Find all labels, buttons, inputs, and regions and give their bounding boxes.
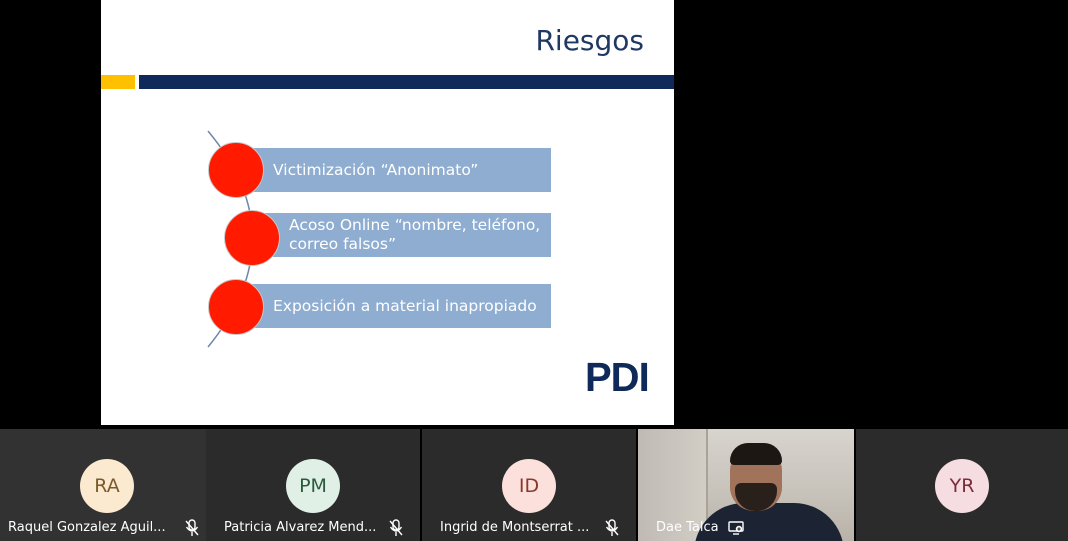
- participant-tile[interactable]: YR: [856, 429, 1068, 541]
- avatar: YR: [935, 459, 989, 513]
- mic-off-icon: [605, 519, 619, 536]
- participant-tile[interactable]: PM Patricia Alvarez Mend...: [206, 429, 420, 541]
- risk-bullet-2: [224, 210, 280, 266]
- participant-tile[interactable]: RA Raquel Gonzalez Aguil...: [0, 429, 214, 541]
- avatar: PM: [286, 459, 340, 513]
- avatar: ID: [502, 459, 556, 513]
- risk-bullet-3: [208, 279, 264, 335]
- participant-video-tile[interactable]: Dae Talca: [638, 429, 854, 541]
- avatar: RA: [80, 459, 134, 513]
- mic-off-icon: [185, 519, 199, 536]
- participant-tile[interactable]: ID Ingrid de Montserrat ...: [422, 429, 636, 541]
- participant-name: Ingrid de Montserrat ...: [440, 520, 590, 535]
- screen-share-icon: [728, 521, 744, 535]
- risk-item-label: Exposición a material inapropiado: [273, 296, 537, 315]
- participant-strip: RA Raquel Gonzalez Aguil... PM Patricia …: [0, 429, 1068, 541]
- participant-name: Dae Talca: [656, 520, 719, 535]
- participant-name: Patricia Alvarez Mend...: [224, 520, 377, 535]
- shared-slide: Riesgos Victimización “Anonimato” Acoso …: [101, 0, 674, 425]
- risk-bullet-1: [208, 142, 264, 198]
- risk-item-label: Acoso Online “nombre, teléfono, correo f…: [289, 216, 541, 253]
- risk-item-3: Exposición a material inapropiado: [237, 284, 551, 328]
- mic-off-icon: [389, 519, 403, 536]
- risk-item-2: Acoso Online “nombre, teléfono, correo f…: [261, 213, 551, 257]
- pdi-logo: PDI: [585, 355, 650, 401]
- video-person-hair: [730, 443, 782, 465]
- risk-item-1: Victimización “Anonimato”: [237, 148, 551, 192]
- risk-item-label: Victimización “Anonimato”: [273, 160, 479, 179]
- participant-name: Raquel Gonzalez Aguil...: [8, 520, 166, 535]
